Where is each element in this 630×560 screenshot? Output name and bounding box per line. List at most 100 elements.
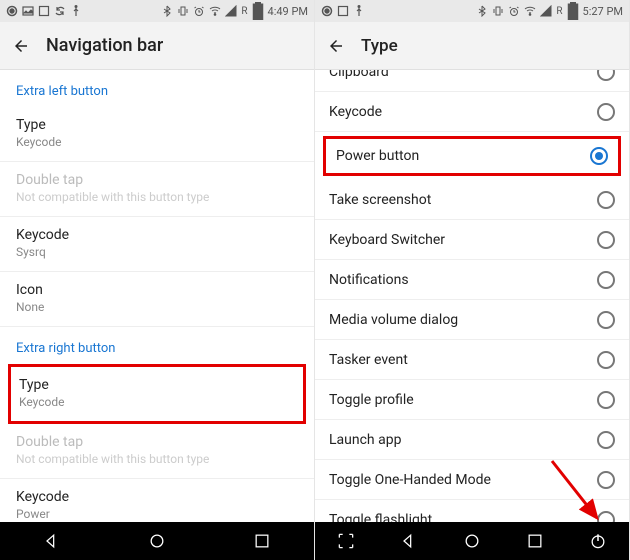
radio-icon[interactable]: [590, 147, 608, 165]
wifi-icon: [524, 5, 536, 17]
section-extra-left: Extra left button: [0, 70, 314, 107]
image-icon: [22, 5, 34, 17]
wifi-icon: [209, 5, 221, 17]
usb-icon: [353, 5, 365, 17]
option-row[interactable]: Notifications: [315, 260, 629, 300]
option-label: Toggle flashlight: [329, 512, 432, 523]
vibrate-icon: [177, 5, 189, 17]
option-row[interactable]: Media volume dialog: [315, 300, 629, 340]
back-button[interactable]: [327, 37, 345, 55]
header: Navigation bar: [0, 22, 314, 70]
back-button[interactable]: [12, 37, 30, 55]
nav-home-button[interactable]: [452, 531, 492, 551]
radio-icon[interactable]: [597, 511, 615, 523]
nav-recents-button[interactable]: [515, 531, 555, 551]
pref-sub: Not compatible with this button type: [16, 190, 298, 204]
status-bar: R 5:27 PM: [315, 0, 629, 22]
screenshot-icon: [337, 5, 349, 17]
option-row[interactable]: Tasker event: [315, 340, 629, 380]
pref-doubletap: Double tap Not compatible with this butt…: [0, 162, 314, 217]
pref-sub: Power: [16, 507, 298, 521]
option-label: Launch app: [329, 432, 401, 448]
status-left: [321, 5, 365, 17]
navbar: [315, 522, 629, 560]
option-row[interactable]: Launch app: [315, 420, 629, 460]
phone-right: R 5:27 PM Type Clipboard Keycode Power but…: [315, 0, 630, 560]
content: Clipboard Keycode Power button Take screens…: [315, 70, 629, 522]
usb-icon: [70, 5, 82, 17]
circle-icon: [6, 5, 18, 17]
option-row[interactable]: Toggle One-Handed Mode: [315, 460, 629, 500]
nav-power-button[interactable]: [578, 531, 618, 551]
option-row[interactable]: Toggle flashlight: [315, 500, 629, 522]
navbar: [0, 522, 314, 560]
option-row[interactable]: Power button: [323, 136, 621, 176]
status-bar: R 4:49 PM: [0, 0, 314, 22]
radio-icon[interactable]: [597, 471, 615, 489]
option-label: Power button: [336, 148, 419, 164]
content: Extra left button Type Keycode Double ta…: [0, 70, 314, 522]
radio-icon[interactable]: [597, 431, 615, 449]
signal-icon: [225, 5, 237, 17]
option-list[interactable]: Clipboard Keycode Power button Take screens…: [315, 70, 629, 522]
nav-back-button[interactable]: [389, 531, 429, 551]
battery-icon: [567, 5, 579, 17]
option-row[interactable]: Toggle profile: [315, 380, 629, 420]
pref-title: Double tap: [16, 172, 298, 188]
bluetooth-icon: [161, 5, 173, 17]
option-row[interactable]: Clipboard: [315, 70, 629, 92]
radio-icon[interactable]: [597, 271, 615, 289]
radio-icon[interactable]: [597, 103, 615, 121]
option-label: Media volume dialog: [329, 312, 458, 328]
option-label: Clipboard: [329, 70, 389, 80]
nav-recents-button[interactable]: [242, 531, 282, 551]
pref-type-highlight[interactable]: Type Keycode: [8, 364, 306, 424]
radio-icon[interactable]: [597, 231, 615, 249]
pref-keycode[interactable]: Keycode Sysrq: [0, 217, 314, 272]
pref-keycode[interactable]: Keycode Power: [0, 479, 314, 522]
screenshot-icon: [38, 5, 50, 17]
net-label: R: [241, 6, 247, 17]
circle-icon: [321, 5, 333, 17]
nav-extra-left-button[interactable]: [326, 531, 366, 551]
pref-title: Icon: [16, 282, 298, 298]
pref-sub: Not compatible with this button type: [16, 452, 298, 466]
option-label: Notifications: [329, 272, 409, 288]
pref-title: Keycode: [16, 227, 298, 243]
radio-icon[interactable]: [597, 70, 615, 81]
status-right: R 4:49 PM: [161, 5, 308, 18]
radio-icon[interactable]: [597, 191, 615, 209]
radio-icon[interactable]: [597, 351, 615, 369]
pref-type[interactable]: Type Keycode: [0, 107, 314, 162]
option-row[interactable]: Take screenshot: [315, 180, 629, 220]
option-label: Keycode: [329, 104, 382, 120]
pref-title: Keycode: [16, 489, 298, 505]
option-label: Keyboard Switcher: [329, 232, 445, 248]
option-row[interactable]: Keycode: [315, 92, 629, 132]
radio-icon[interactable]: [597, 311, 615, 329]
alarm-icon: [193, 5, 205, 17]
option-label: Take screenshot: [329, 192, 431, 208]
status-right: R 5:27 PM: [476, 5, 623, 18]
header: Type: [315, 22, 629, 70]
pref-sub: None: [16, 300, 298, 314]
clock: 4:49 PM: [268, 5, 308, 18]
option-row[interactable]: Keyboard Switcher: [315, 220, 629, 260]
section-extra-right: Extra right button: [0, 327, 314, 364]
nav-back-button[interactable]: [32, 531, 72, 551]
pref-icon[interactable]: Icon None: [0, 272, 314, 327]
pref-title: Double tap: [16, 434, 298, 450]
sync-icon: [54, 5, 66, 17]
pref-sub: Sysrq: [16, 245, 298, 259]
alarm-icon: [508, 5, 520, 17]
pref-title: Type: [16, 117, 298, 133]
option-label: Toggle profile: [329, 392, 414, 408]
option-label: Toggle One-Handed Mode: [329, 472, 491, 488]
nav-home-button[interactable]: [137, 531, 177, 551]
radio-icon[interactable]: [597, 391, 615, 409]
status-left: [6, 5, 82, 17]
signal-icon: [540, 5, 552, 17]
clock: 5:27 PM: [583, 5, 623, 18]
pref-sub: Keycode: [19, 395, 295, 409]
option-label: Tasker event: [329, 352, 408, 368]
